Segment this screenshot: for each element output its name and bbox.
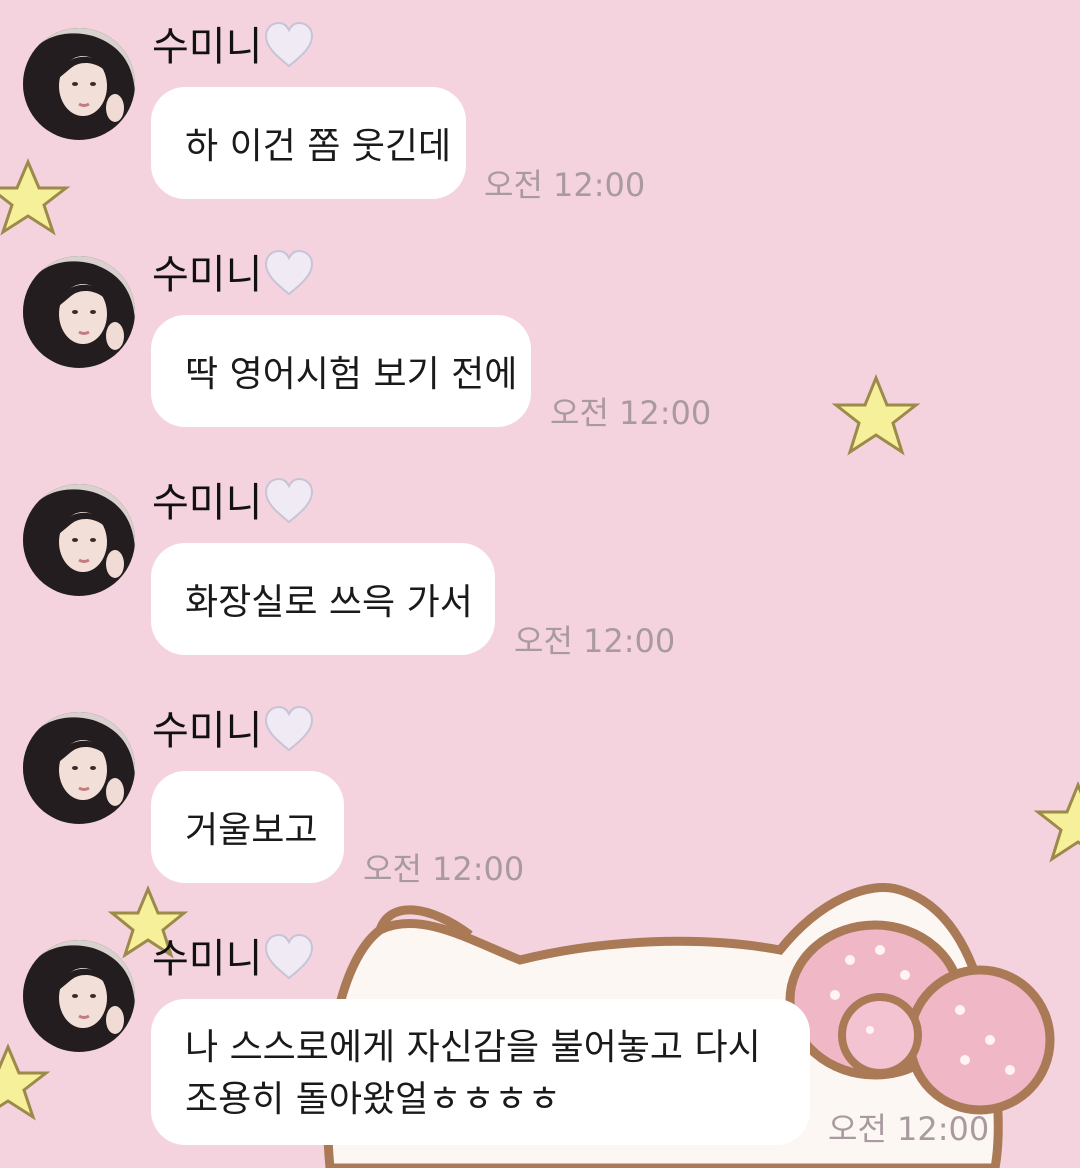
star-icon [1033,781,1080,863]
message-bubble[interactable]: 나 스스로에게 자신감을 불어놓고 다시 조용히 돌아왔얼ㅎㅎㅎㅎ [151,999,810,1145]
star-icon [831,374,921,456]
avatar[interactable] [23,28,135,140]
sender-name: 수미니 [152,706,314,755]
message-timestamp: 오전 12:00 [550,394,712,432]
message-timestamp: 오전 12:00 [514,622,676,660]
star-icon [0,158,71,236]
avatar[interactable] [23,484,135,596]
avatar[interactable] [23,712,135,824]
profile-photo-icon [23,256,135,368]
message-timestamp: 오전 12:00 [828,1110,990,1148]
profile-photo-icon [23,940,135,1052]
heart-icon [265,478,314,524]
message-bubble[interactable]: 딱 영어시험 보기 전에 [151,315,531,427]
sender-name: 수미니 [152,934,314,983]
message-timestamp: 오전 12:00 [363,850,525,888]
sender-name: 수미니 [152,22,314,71]
avatar[interactable] [23,940,135,1052]
profile-photo-icon [23,712,135,824]
avatar[interactable] [23,256,135,368]
sender-name: 수미니 [152,250,314,299]
heart-icon [265,934,314,980]
heart-icon [265,22,314,68]
heart-icon [265,706,314,752]
message-timestamp: 오전 12:00 [484,166,646,204]
heart-icon [265,250,314,296]
message-bubble[interactable]: 거울보고 [151,771,344,883]
sender-name: 수미니 [152,478,314,527]
star-icon [0,1043,51,1121]
message-bubble[interactable]: 화장실로 쓰윽 가서 [151,543,495,655]
profile-photo-icon [23,484,135,596]
message-bubble[interactable]: 하 이건 쫌 웃긴데 [151,87,466,199]
profile-photo-icon [23,28,135,140]
